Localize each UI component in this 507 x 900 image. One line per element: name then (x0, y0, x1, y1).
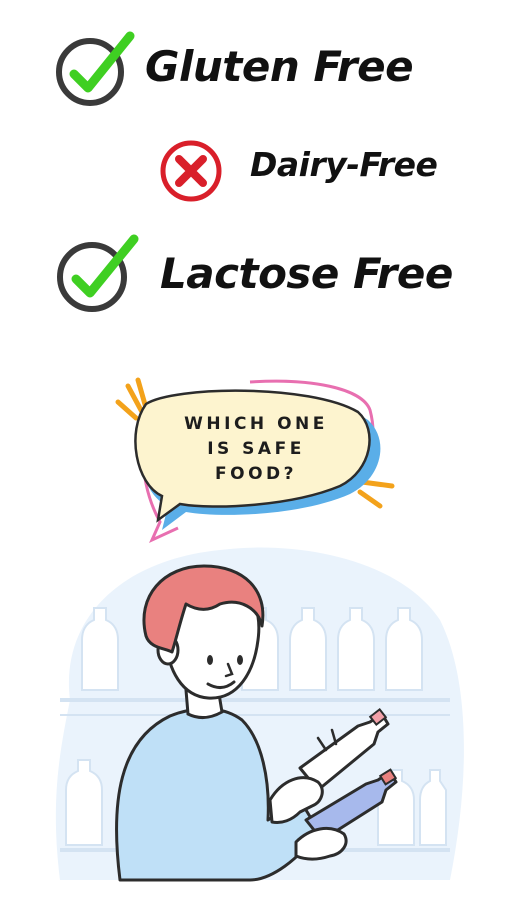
bubble-line: IS SAFE (207, 439, 305, 459)
bubble-line: WHICH ONE (184, 414, 328, 434)
speech-bubble (115, 377, 395, 544)
bubble-line: FOOD? (215, 464, 297, 484)
